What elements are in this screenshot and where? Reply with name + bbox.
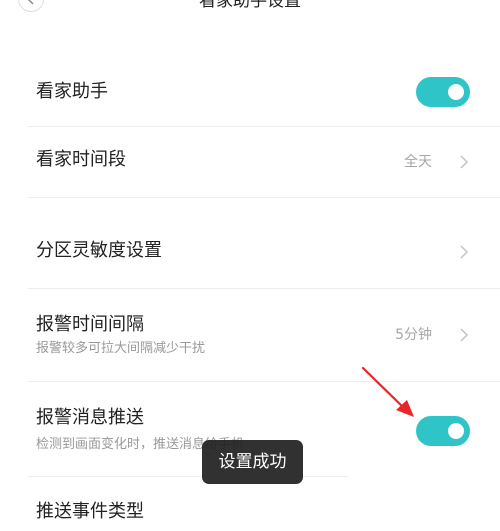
- annotation-arrow-icon: [361, 366, 414, 417]
- alarm-interval-description: 报警较多可拉大间隔减少干扰: [36, 341, 206, 356]
- guard-period-value: 全天: [404, 154, 432, 170]
- toggle-knob: [448, 423, 464, 439]
- chevron-right-icon: [460, 245, 469, 259]
- alarm-interval-label: 报警时间间隔: [36, 314, 144, 335]
- toggle-knob: [448, 84, 464, 100]
- page-title: 看家助手设置: [199, 0, 301, 11]
- push-event-type-label: 推送事件类型: [36, 501, 144, 522]
- toast-message: 设置成功: [202, 440, 303, 484]
- setting-row-home-guard: 看家助手: [0, 62, 500, 126]
- header-bar: 看家助手设置: [0, 0, 500, 18]
- alarm-push-toggle[interactable]: [416, 416, 470, 446]
- home-guard-toggle[interactable]: [416, 77, 470, 107]
- setting-row-zone-sensitivity[interactable]: 分区灵敏度设置: [0, 198, 500, 288]
- chevron-right-icon: [460, 328, 469, 342]
- alarm-interval-value: 5分钟: [395, 327, 432, 343]
- setting-row-push-event-type[interactable]: 推送事件类型: [0, 477, 500, 531]
- setting-row-guard-period[interactable]: 看家时间段 全天: [0, 127, 500, 197]
- home-guard-label: 看家助手: [36, 81, 108, 102]
- alarm-push-label: 报警消息推送: [36, 407, 144, 428]
- chevron-right-icon: [460, 155, 469, 169]
- zone-sensitivity-label: 分区灵敏度设置: [36, 240, 162, 261]
- setting-row-alarm-interval[interactable]: 报警时间间隔 报警较多可拉大间隔减少干扰 5分钟: [0, 289, 500, 381]
- guard-period-label: 看家时间段: [36, 149, 126, 170]
